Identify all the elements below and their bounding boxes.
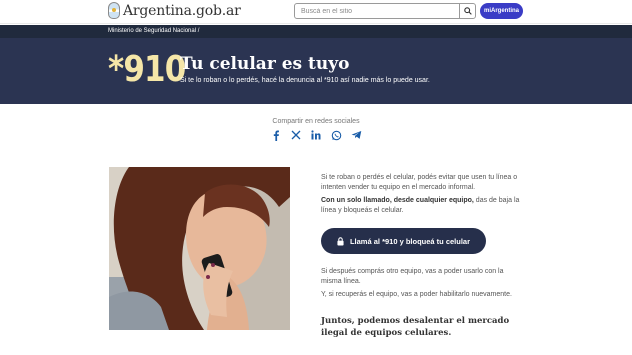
share-label: Compartir en redes sociales [272, 118, 360, 125]
x-icon[interactable] [290, 129, 302, 141]
page-title: Tu celular es tuyo [180, 54, 350, 74]
breadcrumb[interactable]: Ministerio de Seguridad Nacional / [108, 28, 199, 34]
new-device-paragraph: Si después comprás otro equipo, vas a po… [321, 268, 504, 285]
hero-number: *910 [108, 49, 186, 90]
telegram-icon[interactable] [350, 129, 362, 141]
recovery-paragraph: Y, si recuperás el equipo, vas a poder h… [321, 291, 512, 298]
site-header: Argentina.gob.ar miArgentina [0, 0, 632, 22]
search-box [294, 3, 476, 19]
lock-icon [337, 236, 344, 245]
linkedin-icon[interactable] [310, 129, 322, 141]
hero-banner: *910 Tu celular es tuyo Si te lo roban o… [0, 38, 632, 104]
woman-on-phone-photo [109, 167, 290, 330]
closing-heading: Juntos, podemos desalentar el mercado il… [321, 316, 510, 338]
breadcrumb-bar: Ministerio de Seguridad Nacional / [0, 25, 632, 38]
facebook-icon[interactable] [270, 129, 282, 141]
search-input[interactable] [295, 4, 461, 18]
call-910-button[interactable]: Llamá al *910 y bloqueá tu celular [321, 228, 486, 254]
instructions-bold: Con un solo llamado, desde cualquier equ… [321, 197, 474, 204]
argentina-seal-icon [108, 2, 120, 19]
logo-text: Argentina.gob.ar [123, 2, 241, 19]
mi-argentina-button[interactable]: miArgentina [480, 3, 523, 19]
site-logo[interactable]: Argentina.gob.ar [108, 2, 241, 19]
search-button[interactable] [459, 3, 475, 19]
search-icon [463, 7, 472, 15]
header-divider [0, 22, 632, 24]
share-icons [270, 128, 362, 142]
whatsapp-icon[interactable] [330, 129, 342, 141]
call-910-label: Llamá al *910 y bloqueá tu celular [349, 236, 471, 246]
instructions-paragraph: Con un solo llamado, desde cualquier equ… [321, 196, 526, 216]
page-subtitle: Si te lo roban o lo perdés, hacé la denu… [180, 77, 430, 84]
intro-paragraph: Si te roban o perdés el celular, podés e… [321, 174, 518, 191]
